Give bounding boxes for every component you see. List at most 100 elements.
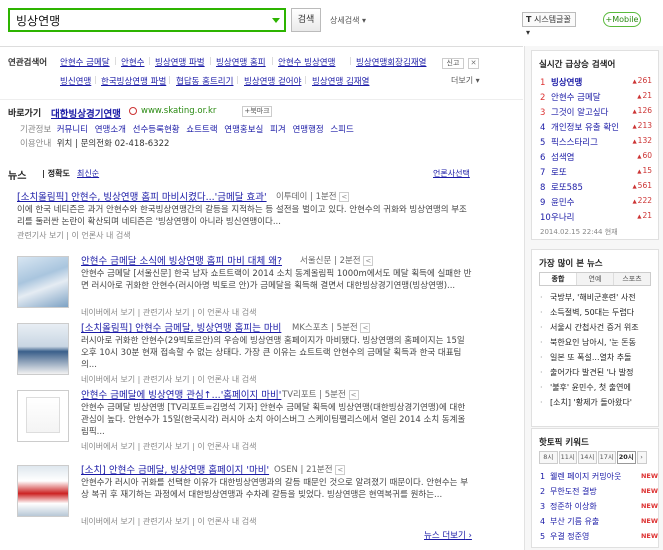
- popular-news-item[interactable]: · 서울시 간첩사건 증거 위조: [540, 322, 654, 333]
- popular-news-item[interactable]: · 소득절벽, 50대는 두렵다: [540, 307, 654, 318]
- related-item[interactable]: 안현수 빙상연맹: [278, 56, 335, 68]
- article-thumbnail[interactable]: [17, 465, 69, 517]
- article-thumbnail[interactable]: [17, 256, 69, 308]
- rank-item[interactable]: 1빙상연맹261: [540, 76, 652, 88]
- share-icon[interactable]: <: [363, 255, 374, 266]
- shortcut-link[interactable]: 쇼트트랙: [186, 125, 217, 135]
- related-item[interactable]: 안현수: [121, 56, 144, 68]
- hour-next-button[interactable]: ›: [636, 451, 647, 464]
- article-thumbnail[interactable]: [17, 323, 69, 375]
- rank-item[interactable]: 9윤민수222: [540, 196, 652, 208]
- popular-news-item[interactable]: · 출어가다 발견된 '나 발정: [540, 367, 654, 378]
- hot-keyword-item[interactable]: 4 부산 기름 유출 NEW: [540, 516, 658, 527]
- popular-news-title: 가장 많이 본 뉴스: [539, 259, 603, 269]
- hour-tab[interactable]: 17시: [597, 451, 616, 464]
- shortcut-link[interactable]: 연맹소개: [95, 125, 126, 135]
- hour-tab[interactable]: 20시: [617, 451, 636, 464]
- hot-keyword-item[interactable]: 5 우결 정준영 NEW: [540, 531, 658, 542]
- related-item[interactable]: 김재열: [403, 56, 426, 68]
- shortcut-link[interactable]: 선수등록현황: [133, 125, 180, 135]
- article-meta[interactable]: 관련기사 보기 | 이 언론사 내 검색: [17, 230, 131, 241]
- shortcut-url[interactable]: www.skating.or.kr: [141, 106, 216, 116]
- popular-news-item[interactable]: · 일본 또 폭설...열차 추돌: [540, 352, 654, 363]
- shortcut-link[interactable]: 커뮤니티: [57, 125, 88, 135]
- related-item[interactable]: 빙상연맹 김재열: [312, 75, 369, 87]
- mobile-button[interactable]: +Mobile: [603, 12, 641, 27]
- related-item[interactable]: 빙상연맹 파벌: [155, 56, 205, 68]
- bookmark-button[interactable]: +북마크: [242, 106, 272, 117]
- rank-item[interactable]: 4개인정보 유출 확인213: [540, 121, 652, 133]
- rank-item[interactable]: 8로또585561: [540, 181, 652, 193]
- search-button[interactable]: 검색: [291, 8, 321, 32]
- popular-news-item[interactable]: · 북한요인 남아시, '눈 돈동: [540, 337, 654, 348]
- search-input[interactable]: [10, 10, 260, 30]
- article-headline[interactable]: 안현수 금메달에 빙상연맹 관심↑...'홈페이지 마비': [81, 387, 281, 401]
- news-more-link[interactable]: 뉴스 더보기 ›: [424, 529, 472, 541]
- article-thumbnail[interactable]: [17, 390, 69, 442]
- article-headline[interactable]: [소치올림픽] 안현수 금메달, 빙상연맹 홈피는 마비: [81, 320, 281, 334]
- hot-keyword-item[interactable]: 1 웰렌 페이지 커밍아웃 NEW: [540, 471, 658, 482]
- rank-item[interactable]: 7로또15: [540, 166, 652, 178]
- sort-accuracy[interactable]: | 정확도: [42, 168, 70, 179]
- rank-item[interactable]: 2안현수 금메달21: [540, 91, 652, 103]
- popular-news-box: 가장 많이 본 뉴스 종합 연예 스포츠 · 국방부, '해비군훈련' 사전 · 소…: [531, 249, 659, 427]
- article-source[interactable]: 서울신문 | 2분전 <: [300, 254, 374, 266]
- related-item[interactable]: 한국빙상연맹 파벌: [101, 75, 166, 87]
- related-item[interactable]: 빙상연맹 걷어야: [244, 75, 301, 87]
- detail-search-link[interactable]: 상세검색 ▾: [330, 15, 366, 26]
- top-search-bar: 검색 상세검색 ▾ T 시스템글꼴 ▾ +Mobile: [0, 0, 663, 46]
- article-headline[interactable]: [소치] 안현수 금메달, 빙상연맹 홈페이지 '마비': [81, 462, 269, 476]
- search-box[interactable]: [8, 8, 286, 32]
- font-select-button[interactable]: T 시스템글꼴 ▾: [522, 12, 576, 37]
- shortcut-link[interactable]: 피겨: [270, 125, 286, 135]
- realtime-rank-box: 실시간 급상승 검색어 1빙상연맹261 2안현수 금메달21 3그것이 알고싶…: [531, 50, 659, 240]
- article-source[interactable]: OSEN | 21분전 <: [274, 463, 346, 475]
- tab-general[interactable]: 종합: [540, 273, 577, 285]
- shortcut-link[interactable]: 연맹홍보실: [224, 125, 263, 135]
- article-meta[interactable]: 네이버에서 보기 | 관련기사 보기 | 이 언론사 내 검색: [81, 307, 256, 318]
- press-select-link[interactable]: 언론사선택: [433, 168, 470, 179]
- article-source[interactable]: TV리포트 | 5분전 <: [282, 388, 359, 400]
- hot-keyword-item[interactable]: 2 무한도전 결방 NEW: [540, 486, 658, 497]
- search-dropdown-icon[interactable]: [272, 18, 280, 23]
- related-item[interactable]: 빙신연맹: [60, 75, 91, 87]
- shortcut-site-link[interactable]: 대한빙상경기연맹: [51, 106, 121, 120]
- rank-item[interactable]: 5픽스스타리그132: [540, 136, 652, 148]
- article-meta[interactable]: 네이버에서 보기 | 관련기사 보기 | 이 언론사 내 검색: [81, 516, 256, 527]
- hot-keyword-item[interactable]: 3 정준하 이상화 NEW: [540, 501, 658, 512]
- rank-item[interactable]: 10우나리21: [540, 211, 652, 223]
- share-icon[interactable]: <: [335, 464, 346, 475]
- rank-item[interactable]: 6섬색염60: [540, 151, 652, 163]
- shortcut-info-row: 기관정보 커뮤니티 연맹소개 선수등록현황 쇼트트랙 연맹홍보실 피겨 연맹행정…: [20, 125, 354, 135]
- hour-tab[interactable]: 11시: [558, 451, 577, 464]
- article-meta[interactable]: 네이버에서 보기 | 관련기사 보기 | 이 언론사 내 검색: [81, 374, 256, 385]
- sort-latest[interactable]: 최신순: [77, 168, 99, 179]
- related-more-link[interactable]: 더보기 ▾: [451, 75, 480, 86]
- rank-item[interactable]: 3그것이 알고싶다126: [540, 106, 652, 118]
- related-item[interactable]: 협답동 홈트리기: [176, 75, 233, 87]
- article-headline[interactable]: [소치올림픽] 안현수, 빙상연맹 홈피 마비시켰다...'금메달 효과': [17, 189, 267, 203]
- shortcut-link[interactable]: 스피드: [330, 125, 353, 135]
- article-headline[interactable]: 안현수 금메달 소식에 빙상연맹 홈피 마비 대체 왜?: [81, 253, 282, 267]
- popular-news-item[interactable]: · '불후' 윤민수, 첫 출연에: [540, 382, 654, 393]
- hour-tab[interactable]: 8시: [539, 451, 558, 464]
- report-button[interactable]: 신고: [442, 58, 464, 69]
- tab-entertainment[interactable]: 연예: [577, 273, 614, 285]
- share-icon[interactable]: <: [360, 322, 371, 333]
- share-icon[interactable]: <: [348, 389, 359, 400]
- article-source[interactable]: MK스포츠 | 5분전 <: [292, 321, 371, 333]
- article-body: 이에 한국 네티즌은 과거 안현수와 한국빙상연맹간의 갈등을 지적하는 등 설…: [17, 205, 467, 227]
- tab-sports[interactable]: 스포츠: [614, 273, 650, 285]
- hour-tab[interactable]: 14시: [578, 451, 597, 464]
- article-source[interactable]: 이투데이 | 1분전 <: [276, 190, 350, 202]
- shortcut-title: 바로가기: [8, 109, 42, 119]
- popular-news-item[interactable]: · [소치] '황제가 돌아왔다': [540, 397, 654, 408]
- popular-news-item[interactable]: · 국방부, '해비군훈련' 사전: [540, 292, 654, 303]
- related-item[interactable]: 빙상연맹회장: [356, 56, 403, 68]
- shortcut-link[interactable]: 연맹행정: [292, 125, 323, 135]
- article-meta[interactable]: 네이버에서 보기 | 관련기사 보기 | 이 언론사 내 검색: [81, 441, 256, 452]
- related-item[interactable]: 안현수 금메달: [60, 56, 110, 68]
- related-item[interactable]: 빙상연맹 홈피: [216, 56, 266, 68]
- share-icon[interactable]: <: [339, 191, 350, 202]
- pin-icon[interactable]: ✕: [468, 58, 479, 69]
